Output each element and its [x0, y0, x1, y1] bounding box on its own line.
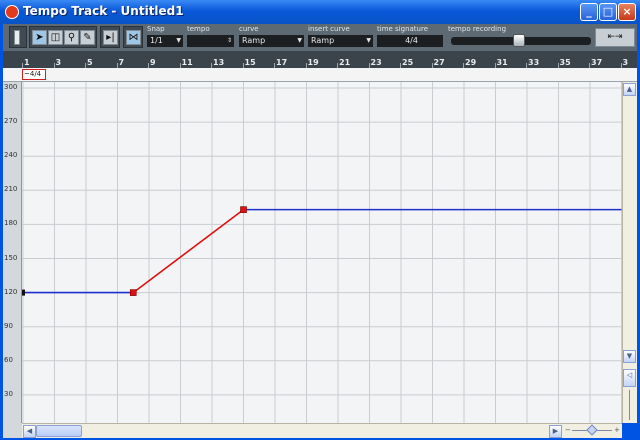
- tempo-recording-label: tempo recording: [448, 25, 507, 33]
- tempo-input[interactable]: ⇕: [187, 35, 234, 47]
- spin-icon: ⇕: [226, 37, 232, 44]
- window-title: Tempo Track - Untitled1: [23, 4, 184, 18]
- scroll-left-icon[interactable]: ◀: [23, 425, 36, 438]
- ruler-bar-label: 17: [276, 58, 288, 67]
- time-signature-value: 4/4: [405, 36, 418, 45]
- ruler-bar-label: 19: [307, 58, 319, 67]
- insert-curve-select[interactable]: Ramp ▼: [308, 35, 373, 47]
- chevron-down-icon: ▼: [297, 37, 302, 44]
- zoom-in-icon[interactable]: +: [614, 424, 620, 437]
- curve-label: curve: [239, 25, 259, 33]
- ruler-bar-label: 27: [433, 58, 445, 67]
- tempo-axis-tick-label: 60: [4, 355, 13, 364]
- corner-spacer: [3, 423, 22, 438]
- ruler-bar-label: 35: [559, 58, 571, 67]
- curve-value: Ramp: [242, 36, 266, 45]
- tempo-axis-tick-label: 150: [4, 253, 18, 262]
- zoom-tools[interactable]: ⇤⇥: [595, 28, 635, 47]
- tempo-point[interactable]: [240, 206, 247, 213]
- snap-label: Snap: [147, 25, 165, 33]
- tempo-start-marker: [22, 289, 25, 296]
- tempo-axis-tick-label: 180: [4, 219, 18, 228]
- time-signature-input[interactable]: 4/4: [377, 35, 443, 47]
- tempo-track-window: Tempo Track - Untitled1 _ □ × ➤ ◫ ⚲ ✎ ▸|…: [0, 0, 640, 440]
- zoom-speaker-icon[interactable]: ◁: [623, 369, 636, 387]
- chevron-down-icon: ▼: [366, 37, 371, 44]
- ruler-bar-label: 13: [213, 58, 225, 67]
- tempo-axis-tick-label: 240: [4, 151, 18, 160]
- vertical-scrollbar[interactable]: ▲ ▼ ◁: [622, 82, 637, 423]
- curve-field[interactable]: curve Ramp ▼: [239, 25, 304, 49]
- toolbar: ➤ ◫ ⚲ ✎ ▸| ⋈ Snap 1/1 ▼ tempo ⇕ curve Ram…: [3, 24, 637, 51]
- ruler-bar-label: 9: [150, 58, 156, 67]
- ruler-bar-label: 3: [55, 58, 62, 67]
- curve-select[interactable]: Ramp ▼: [239, 35, 304, 47]
- time-signature-marker[interactable]: ~4/4: [22, 69, 46, 80]
- horizontal-zoom-slider[interactable]: − +: [562, 424, 622, 437]
- zoom-knob[interactable]: [586, 424, 598, 436]
- tempo-axis-tick-label: 270: [4, 117, 18, 126]
- tempo-field[interactable]: tempo ⇕: [187, 25, 234, 49]
- zoom-out-icon[interactable]: −: [565, 424, 571, 437]
- record-mode-group: [9, 26, 27, 48]
- insert-curve-label: insert curve: [308, 25, 350, 33]
- chevron-down-icon: ▼: [176, 37, 181, 44]
- ruler-bar-label: 33: [528, 58, 540, 67]
- time-signature-field[interactable]: time signature 4/4: [377, 25, 443, 49]
- snap-field[interactable]: Snap 1/1 ▼: [147, 25, 183, 49]
- autoscroll-group: ▸|: [100, 26, 120, 48]
- ruler-bar-label: 31: [496, 58, 508, 67]
- record-mode-icon[interactable]: [14, 30, 20, 45]
- ruler-bar-label: 21: [339, 58, 351, 67]
- magnify-icon[interactable]: ⚲: [64, 30, 79, 45]
- tool-group: ➤ ◫ ⚲ ✎: [29, 26, 97, 48]
- close-button[interactable]: ×: [618, 3, 636, 21]
- tempo-plot[interactable]: [22, 82, 622, 423]
- ruler-bar-label: 37: [591, 58, 603, 67]
- tempo-axis-tick-label: 90: [4, 321, 13, 330]
- title-bar[interactable]: Tempo Track - Untitled1 _ □ ×: [0, 0, 640, 24]
- tempo-recording-slider-thumb[interactable]: [513, 34, 525, 47]
- bar-ruler[interactable]: 1 3 5 7 9 11 13 15 17 19 21 23 25 27 29 31 33 35 37 3: [3, 51, 637, 68]
- tempo-axis-tick-label: 120: [4, 287, 18, 296]
- tempo-label: tempo: [187, 25, 210, 33]
- insert-curve-field[interactable]: insert curve Ramp ▼: [308, 25, 373, 49]
- maximize-button[interactable]: □: [599, 3, 617, 21]
- tempo-axis: 30 60 90 120 150 180 210 240 270 300: [3, 82, 22, 423]
- insert-curve-value: Ramp: [311, 36, 335, 45]
- tempo-segment: [132, 208, 244, 294]
- horizontal-scrollbar[interactable]: ◀ ▶: [22, 423, 622, 438]
- ruler-bar-label: 3: [622, 58, 629, 67]
- scroll-up-icon[interactable]: ▲: [623, 83, 636, 96]
- minimize-button[interactable]: _: [580, 3, 598, 21]
- snap-value: 1/1: [150, 36, 163, 45]
- ruler-bar-label: 25: [402, 58, 414, 67]
- tempo-axis-tick-label: 30: [4, 389, 13, 398]
- ruler-bar-label: 23: [370, 58, 382, 67]
- snap-toggle-icon[interactable]: ⋈: [126, 30, 141, 45]
- tempo-chart[interactable]: [22, 82, 622, 423]
- ruler-bar-label: 29: [465, 58, 477, 67]
- draw-eraser-icon[interactable]: ◫: [48, 30, 63, 45]
- horizontal-scroll-thumb[interactable]: [36, 425, 82, 437]
- scroll-right-icon[interactable]: ▶: [549, 425, 562, 438]
- ruler-bar-label: 11: [181, 58, 193, 67]
- tempo-point[interactable]: [129, 289, 137, 296]
- ruler-bar-label: 5: [87, 58, 93, 67]
- time-signature-label: time signature: [377, 25, 429, 33]
- ruler-bar-label: 1: [24, 58, 30, 67]
- ruler-bar-label: 15: [244, 58, 256, 67]
- snap-toggle-group: ⋈: [123, 26, 143, 48]
- snap-select[interactable]: 1/1 ▼: [147, 35, 183, 47]
- signature-track[interactable]: ~4/4: [3, 68, 637, 82]
- vertical-zoom-slider[interactable]: [629, 390, 630, 420]
- tempo-axis-tick-label: 210: [4, 185, 18, 194]
- ruler-bar-label: 7: [118, 58, 125, 67]
- arrow-icon[interactable]: ➤: [32, 30, 47, 45]
- scroll-down-icon[interactable]: ▼: [623, 350, 636, 363]
- pencil-icon[interactable]: ✎: [80, 30, 95, 45]
- autoscroll-icon[interactable]: ▸|: [103, 30, 118, 45]
- app-icon: [5, 5, 19, 19]
- tempo-axis-tick-label: 300: [4, 83, 18, 91]
